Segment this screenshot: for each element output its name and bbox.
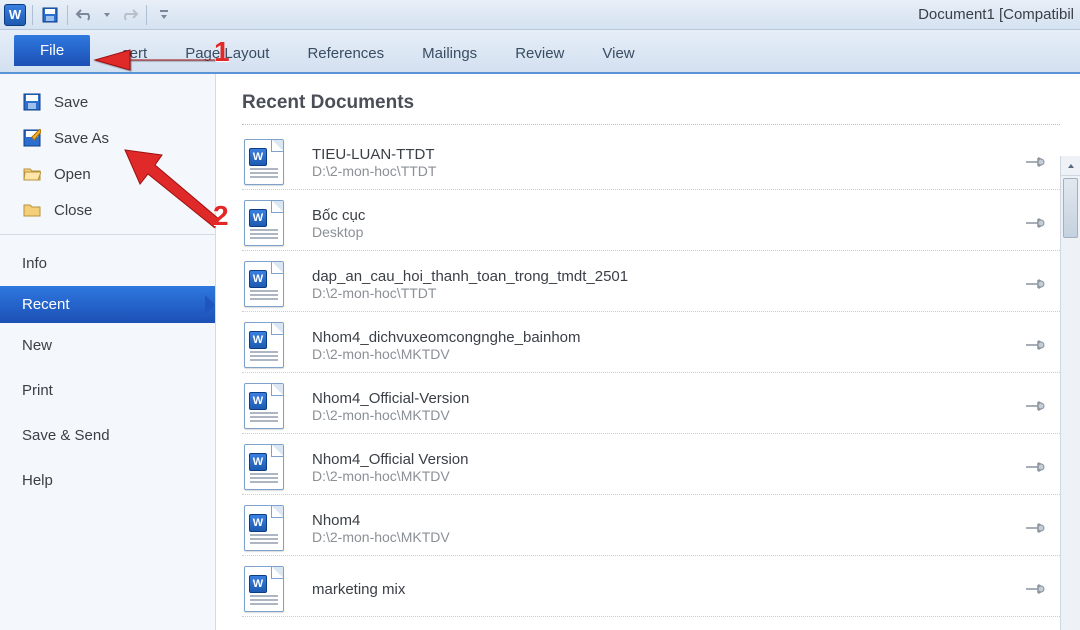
- document-meta: dap_an_cau_hoi_thanh_toan_trong_tmdt_250…: [312, 268, 1024, 301]
- recent-document-item[interactable]: W TIEU-LUAN-TTDTD:\2-mon-hoc\TTDT: [242, 129, 1060, 190]
- save-icon: [22, 92, 42, 112]
- recent-document-item[interactable]: W Nhom4_dichvuxeomcongnghe_bainhomD:\2-mo…: [242, 312, 1060, 373]
- tab-references[interactable]: References: [307, 45, 384, 66]
- document-name: Nhom4_Official Version: [312, 451, 1024, 468]
- separator: [0, 234, 215, 235]
- document-name: Nhom4: [312, 512, 1024, 529]
- separator: [146, 5, 147, 25]
- document-name: TIEU-LUAN-TTDT: [312, 146, 1024, 163]
- document-path: Desktop: [312, 224, 1024, 240]
- tab-mailings[interactable]: Mailings: [422, 45, 477, 66]
- document-name: Bốc cục: [312, 207, 1024, 224]
- document-meta: Nhom4_Official VersionD:\2-mon-hoc\MKTDV: [312, 451, 1024, 484]
- separator: [32, 5, 33, 25]
- word-document-icon: W: [244, 200, 284, 246]
- sidebar-item-save-as[interactable]: Save As: [0, 120, 215, 156]
- sidebar-item-help[interactable]: Help: [0, 458, 215, 503]
- document-path: D:\2-mon-hoc\MKTDV: [312, 468, 1024, 484]
- recent-document-item[interactable]: Wmarketing mix: [242, 556, 1060, 617]
- pin-icon[interactable]: [1024, 399, 1046, 413]
- document-path: D:\2-mon-hoc\TTDT: [312, 285, 1024, 301]
- recent-panel: Recent Documents WTIEU-LUAN-TTDTD:\2-mon…: [216, 74, 1080, 630]
- sidebar-item-label: Save: [54, 94, 88, 111]
- word-document-icon: W: [244, 444, 284, 490]
- document-title: Document1 [Compatibil: [918, 6, 1080, 23]
- sidebar-item-save[interactable]: Save: [0, 84, 215, 120]
- recent-document-item[interactable]: Wdap_an_cau_hoi_thanh_toan_trong_tmdt_25…: [242, 251, 1060, 312]
- document-name: Nhom4_dichvuxeomcongnghe_bainhom: [312, 329, 1024, 346]
- open-folder-icon: [22, 164, 42, 184]
- word-document-icon: W: [244, 566, 284, 612]
- pin-icon[interactable]: [1024, 277, 1046, 291]
- file-tab[interactable]: File: [14, 35, 90, 66]
- document-name: dap_an_cau_hoi_thanh_toan_trong_tmdt_250…: [312, 268, 1024, 285]
- pin-icon[interactable]: [1024, 582, 1046, 596]
- undo-button[interactable]: [74, 4, 96, 26]
- recent-documents-list: WTIEU-LUAN-TTDTD:\2-mon-hoc\TTDTWBốc cục…: [242, 129, 1060, 617]
- word-document-icon: W: [244, 322, 284, 368]
- document-meta: TIEU-LUAN-TTDTD:\2-mon-hoc\TTDT: [312, 146, 1024, 179]
- save-qat-button[interactable]: [39, 4, 61, 26]
- word-document-icon: W: [244, 261, 284, 307]
- pin-icon[interactable]: [1024, 460, 1046, 474]
- word-document-icon: W: [244, 383, 284, 429]
- backstage-view: Save Save As Open Close Info Recent New …: [0, 74, 1080, 630]
- close-folder-icon: [22, 200, 42, 220]
- backstage-sidebar: Save Save As Open Close Info Recent New …: [0, 74, 216, 630]
- recent-document-item[interactable]: W Bốc cụcDesktop: [242, 190, 1060, 251]
- recent-document-item[interactable]: W Nhom4D:\2-mon-hoc\MKTDV: [242, 495, 1060, 556]
- pin-icon[interactable]: [1024, 338, 1046, 352]
- sidebar-item-label: Save As: [54, 130, 109, 147]
- document-meta: Nhom4_dichvuxeomcongnghe_bainhomD:\2-mon…: [312, 329, 1024, 362]
- sidebar-item-print[interactable]: Print: [0, 368, 215, 413]
- redo-button[interactable]: [118, 4, 140, 26]
- document-name: marketing mix: [312, 581, 1024, 598]
- tab-view[interactable]: View: [602, 45, 634, 66]
- sidebar-item-label: Open: [54, 166, 91, 183]
- word-document-icon: W: [244, 139, 284, 185]
- recent-heading: Recent Documents: [242, 92, 1060, 125]
- pin-icon[interactable]: [1024, 521, 1046, 535]
- recent-document-item[interactable]: W Nhom4_Official-VersionD:\2-mon-hoc\MKTD…: [242, 373, 1060, 434]
- document-name: Nhom4_Official-Version: [312, 390, 1024, 407]
- ribbon-tabs: File sert Page Layout References Mailing…: [0, 30, 1080, 74]
- document-path: D:\2-mon-hoc\MKTDV: [312, 346, 1024, 362]
- word-app-icon: W: [4, 4, 26, 26]
- recent-document-item[interactable]: W Nhom4_Official VersionD:\2-mon-hoc\MKTD…: [242, 434, 1060, 495]
- document-meta: Nhom4_Official-VersionD:\2-mon-hoc\MKTDV: [312, 390, 1024, 423]
- word-document-icon: W: [244, 505, 284, 551]
- scrollbar[interactable]: [1060, 156, 1080, 630]
- tab-insert[interactable]: sert: [122, 45, 147, 66]
- sidebar-item-label: Close: [54, 202, 92, 219]
- sidebar-item-open[interactable]: Open: [0, 156, 215, 192]
- title-bar: W Document1 [Compatibil: [0, 0, 1080, 30]
- sidebar-item-label: Recent: [22, 296, 70, 313]
- tab-page-layout[interactable]: Page Layout: [185, 45, 269, 66]
- pin-icon[interactable]: [1024, 216, 1046, 230]
- document-path: D:\2-mon-hoc\MKTDV: [312, 407, 1024, 423]
- sidebar-item-info[interactable]: Info: [0, 241, 215, 286]
- separator: [67, 5, 68, 25]
- pin-icon[interactable]: [1024, 155, 1046, 169]
- qat-customize-icon[interactable]: [153, 4, 175, 26]
- scroll-up-icon[interactable]: [1061, 156, 1080, 176]
- document-path: D:\2-mon-hoc\TTDT: [312, 163, 1024, 179]
- document-meta: Bốc cụcDesktop: [312, 207, 1024, 240]
- scroll-thumb[interactable]: [1063, 178, 1078, 238]
- document-meta: Nhom4D:\2-mon-hoc\MKTDV: [312, 512, 1024, 545]
- sidebar-item-save-send[interactable]: Save & Send: [0, 413, 215, 458]
- sidebar-item-new[interactable]: New: [0, 323, 215, 368]
- document-path: D:\2-mon-hoc\MKTDV: [312, 529, 1024, 545]
- document-meta: marketing mix: [312, 581, 1024, 598]
- save-as-icon: [22, 128, 42, 148]
- sidebar-item-close[interactable]: Close: [0, 192, 215, 228]
- undo-dropdown-icon[interactable]: [96, 4, 118, 26]
- sidebar-item-recent[interactable]: Recent: [0, 286, 215, 323]
- tab-review[interactable]: Review: [515, 45, 564, 66]
